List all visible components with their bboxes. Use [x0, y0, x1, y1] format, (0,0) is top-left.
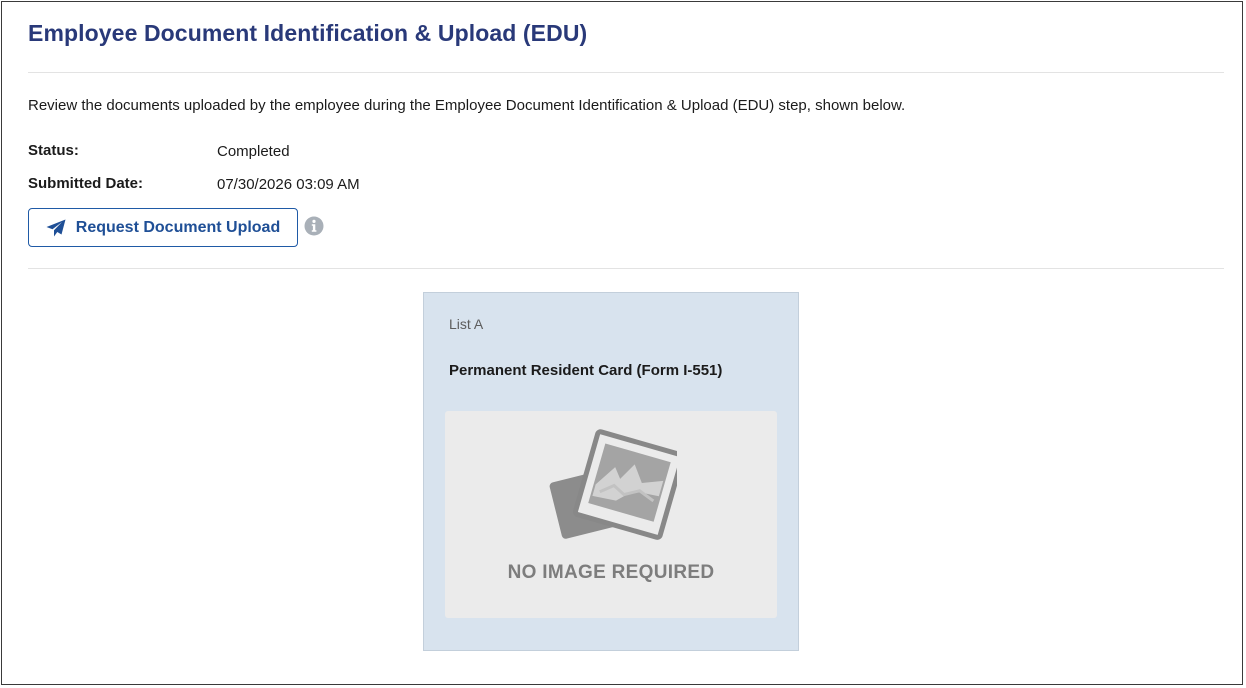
page-title: Employee Document Identification & Uploa… — [28, 20, 588, 46]
submitted-date-label: Submitted Date: — [28, 175, 144, 192]
request-document-upload-label: Request Document Upload — [75, 218, 281, 236]
intro-text: Review the documents uploaded by the emp… — [28, 97, 906, 114]
section-divider — [28, 268, 1224, 269]
page-frame: Employee Document Identification & Uploa… — [1, 1, 1243, 685]
paper-plane-icon — [46, 219, 66, 236]
title-divider — [28, 72, 1224, 73]
submitted-date-value: 07/30/2026 03:09 AM — [217, 176, 360, 193]
status-value: Completed — [217, 143, 290, 160]
document-card: List A Permanent Resident Card (Form I-5… — [423, 292, 799, 651]
no-image-required-text: NO IMAGE REQUIRED — [507, 562, 715, 583]
photo-placeholder-icon — [549, 429, 677, 540]
info-icon[interactable] — [304, 216, 324, 236]
document-list-label: List A — [449, 316, 484, 332]
status-label: Status: — [28, 142, 79, 159]
request-document-upload-button[interactable]: Request Document Upload — [28, 208, 298, 247]
document-name: Permanent Resident Card (Form I-551) — [449, 362, 723, 379]
image-placeholder: NO IMAGE REQUIRED — [445, 411, 777, 618]
